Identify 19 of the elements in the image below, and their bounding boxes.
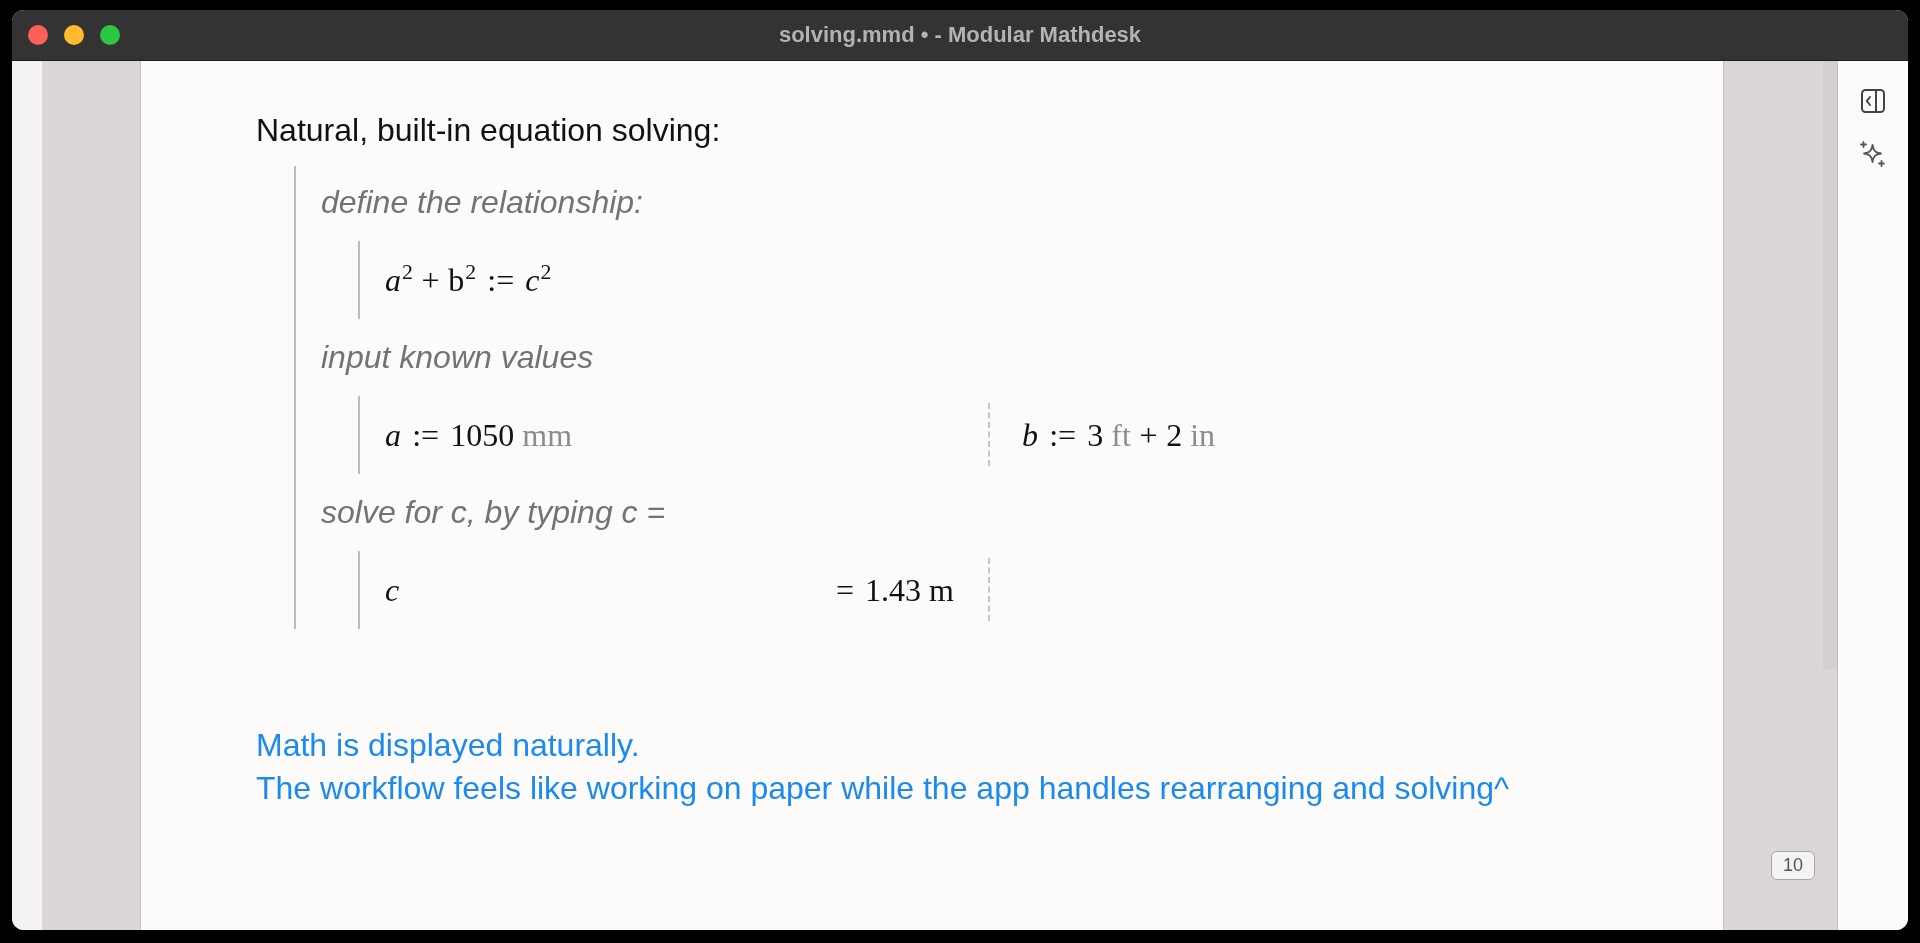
step-caption: define the relationship: — [321, 183, 644, 222]
math-expression: c — [385, 571, 400, 610]
step-caption: input known values — [321, 338, 595, 377]
math-result: = 1.43 m — [834, 571, 954, 610]
math-expression: b := 3 ft + 2 in — [1022, 416, 1216, 455]
sidebar-toggle-icon[interactable] — [1861, 89, 1885, 113]
math-expression: a$^{2}$ + b$^{2}$ := c$^{2}$ — [385, 260, 552, 300]
maximize-button[interactable] — [100, 25, 120, 45]
math-expression: a := 1050 mm — [385, 416, 573, 455]
page-number: 10 — [1770, 851, 1815, 880]
sparkle-icon[interactable] — [1860, 141, 1886, 167]
section-heading: Natural, built-in equation solving: — [256, 111, 722, 150]
close-button[interactable] — [28, 25, 48, 45]
window-title: solving.mmd • - Modular Mathdesk — [778, 22, 1142, 48]
step-caption: solve for c, by typing c = — [321, 493, 667, 532]
note-text: Math is displayed naturally. — [256, 726, 641, 765]
minimize-button[interactable] — [64, 25, 84, 45]
note-text: The workflow feels like working on paper while the app handles rearranging and solving^ — [256, 769, 1511, 808]
scrollbar-thumb[interactable] — [1823, 61, 1837, 669]
